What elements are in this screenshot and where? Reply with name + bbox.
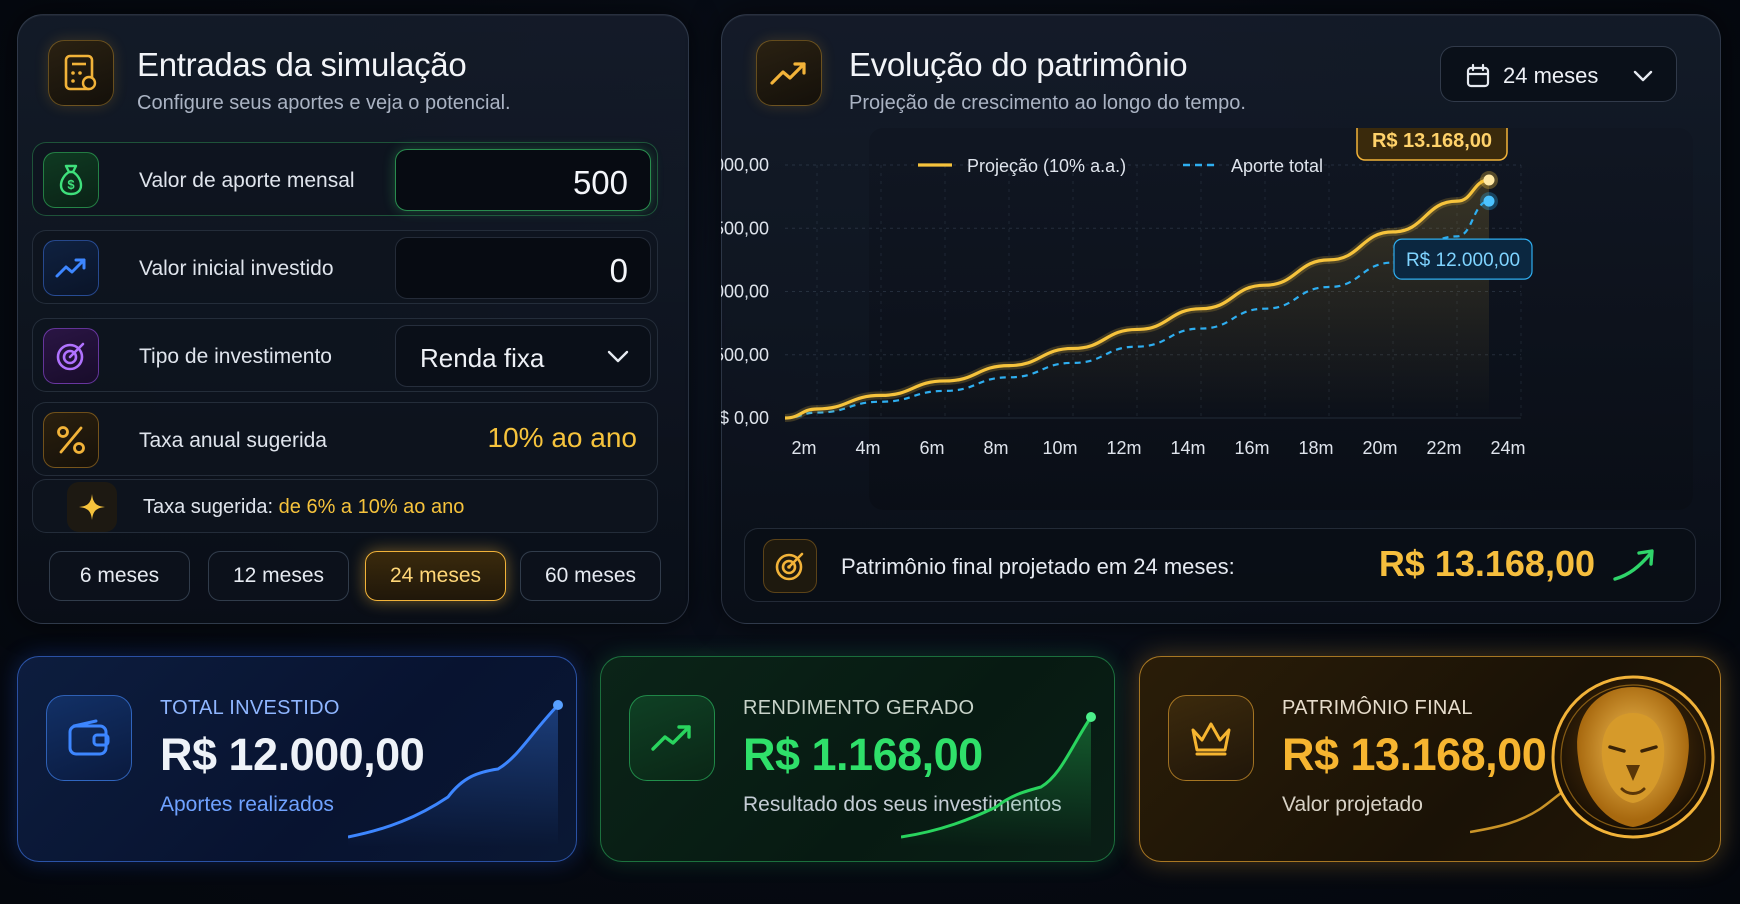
inputs-title: Entradas da simulação [137, 46, 467, 83]
x-tick-label: 24m [1490, 438, 1525, 458]
final-patrimony-label: PATRIMÔNIO FINAL [1282, 697, 1473, 719]
annual-rate-label: Taxa anual sugerida [139, 429, 327, 452]
chart-subtitle: Projeção de crescimento ao longo do temp… [849, 92, 1246, 114]
target-icon [763, 539, 817, 593]
x-tick-label: 20m [1362, 438, 1397, 458]
yield-sparkline [901, 712, 1096, 847]
period-24-button[interactable]: 24 meses [365, 551, 506, 601]
initial-investment-row: Valor inicial investido 0 [32, 230, 658, 304]
final-patrimony-card: PATRIMÔNIO FINAL R$ 13.168,00 Valor proj… [1139, 656, 1721, 862]
final-projection-label: Patrimônio final projetado em 24 meses: [841, 554, 1235, 579]
period-select[interactable]: 24 meses [1440, 46, 1677, 102]
x-tick-label: 4m [855, 438, 880, 458]
chevron-down-icon [1633, 70, 1653, 82]
chevron-down-icon [607, 350, 629, 363]
annual-rate-value: 10% ao ano [487, 422, 637, 453]
calendar-icon [1466, 63, 1490, 88]
initial-investment-label: Valor inicial investido [139, 257, 334, 280]
x-tick-label: 14m [1170, 438, 1205, 458]
y-tick-label: R$ 14.000,00 [721, 155, 769, 175]
y-tick-label: R$ 3.500,00 [721, 345, 769, 365]
x-tick-label: 6m [919, 438, 944, 458]
trend-up-icon [756, 40, 822, 106]
x-tick-label: 12m [1106, 438, 1141, 458]
final-patrimony-sub: Valor projetado [1282, 793, 1423, 816]
money-bag-icon: $ [43, 152, 99, 208]
aporte-end-point [1483, 195, 1495, 207]
legend-aporte-label: Aporte total [1231, 156, 1323, 176]
legend-projection-label: Projeção (10% a.a.) [967, 156, 1126, 176]
total-invested-sub: Aportes realizados [160, 793, 334, 816]
annual-rate-row: Taxa anual sugerida 10% ao ano [32, 402, 658, 476]
initial-investment-input[interactable]: 0 [395, 237, 651, 299]
suggested-rate-hint: Taxa sugerida: de 6% a 10% ao ano [32, 479, 658, 533]
final-projection-value: R$ 13.168,00 [1378, 543, 1595, 584]
investment-type-select[interactable]: Renda fixa [395, 325, 651, 387]
y-tick-label: R$ 7.000,00 [721, 282, 769, 302]
calculator-icon [48, 40, 114, 106]
period-6-button[interactable]: 6 meses [49, 551, 190, 601]
sparkle-icon [67, 482, 117, 532]
trend-up-icon [43, 240, 99, 296]
monthly-contribution-row: $ Valor de aporte mensal 500 [32, 142, 658, 216]
y-tick-label: R$ 0,00 [721, 408, 769, 428]
inputs-subtitle: Configure seus aportes e veja o potencia… [137, 92, 511, 114]
crown-icon [1168, 695, 1254, 781]
period-select-value: 24 meses [1503, 63, 1599, 88]
svg-text:$: $ [67, 177, 75, 192]
final-projection-bar: Patrimônio final projetado em 24 meses: … [744, 528, 1696, 602]
monthly-contribution-label: Valor de aporte mensal [139, 169, 355, 192]
x-tick-label: 18m [1298, 438, 1333, 458]
x-tick-label: 10m [1042, 438, 1077, 458]
y-tick-label: R$ 10.500,00 [721, 218, 769, 238]
total-invested-card: TOTAL INVESTIDO R$ 12.000,00 Aportes rea… [17, 656, 577, 862]
period-12-button[interactable]: 12 meses [208, 551, 349, 601]
arrow-up-right-icon [1613, 549, 1654, 581]
x-tick-label: 8m [983, 438, 1008, 458]
x-tick-label: 16m [1234, 438, 1269, 458]
trend-up-icon [629, 695, 715, 781]
monthly-contribution-input[interactable]: 500 [395, 149, 651, 211]
x-tick-label: 2m [791, 438, 816, 458]
wallet-icon [46, 695, 132, 781]
projection-end-point [1483, 174, 1495, 186]
suggested-rate-range: de 6% a 10% ao ano [278, 496, 465, 518]
target-icon [43, 328, 99, 384]
period-60-button[interactable]: 60 meses [520, 551, 661, 601]
aporte-end-label: R$ 12.000,00 [1406, 250, 1520, 271]
suggested-rate-prefix: Taxa sugerida: [143, 496, 279, 518]
investment-type-value: Renda fixa [420, 343, 545, 373]
projection-end-label: R$ 13.168,00 [1372, 130, 1492, 152]
total-invested-label: TOTAL INVESTIDO [160, 697, 340, 719]
chart-title: Evolução do patrimônio [849, 46, 1188, 83]
percent-icon [43, 412, 99, 468]
investment-type-label: Tipo de investimento [139, 345, 332, 368]
lion-medallion-icon [1551, 675, 1715, 839]
x-tick-label: 22m [1426, 438, 1461, 458]
patrimony-chart: R$ 0,00 R$ 3.500,00 R$ 7.000,00 R$ 10.500,0… [721, 128, 1533, 458]
invested-sparkline [348, 700, 563, 847]
yield-card: RENDIMENTO GERADO R$ 1.168,00 Resultado … [600, 656, 1115, 862]
investment-type-row: Tipo de investimento Renda fixa [32, 318, 658, 392]
